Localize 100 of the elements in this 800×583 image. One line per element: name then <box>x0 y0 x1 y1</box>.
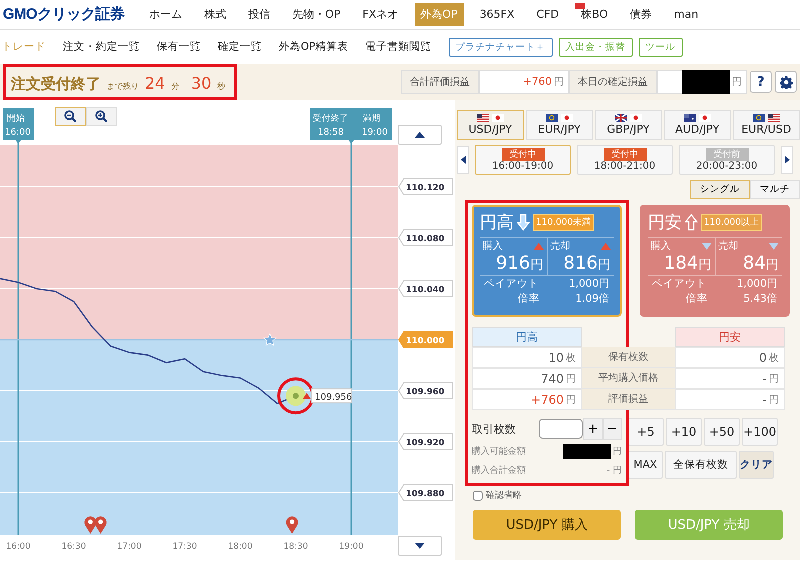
row-label: 平均購入価格 <box>582 368 675 389</box>
checkbox[interactable] <box>473 490 483 500</box>
quantity-button[interactable]: MAX <box>628 451 663 479</box>
seconds-unit: 秒 <box>218 81 226 92</box>
quick-add-button[interactable]: +5 <box>628 418 664 446</box>
price-axis-label: 110.040 <box>398 280 454 298</box>
tag-label: 満期 <box>363 114 381 124</box>
caret-up-icon <box>415 132 425 138</box>
time-axis-label: 18:00 <box>228 542 253 552</box>
nav-tab[interactable]: CFD <box>530 4 566 25</box>
zoom-in-button[interactable] <box>86 107 117 126</box>
summary-value: 円 <box>657 70 747 94</box>
column-header: 円安 <box>675 327 785 347</box>
time-axis-label: 16:30 <box>62 542 86 552</box>
nav-tab[interactable]: 債券 <box>624 3 658 26</box>
nav-tab[interactable]: ホーム <box>143 3 188 26</box>
flag-icon <box>561 114 573 122</box>
quick-add-button[interactable]: +50 <box>704 418 740 446</box>
help-button[interactable]: ? <box>750 71 772 93</box>
y-tick-label: 109.960 <box>406 387 445 398</box>
currency-tab[interactable]: AUD/JPY <box>664 110 731 140</box>
quantity-button[interactable]: 全保有枚数 <box>665 451 737 479</box>
subnav-button[interactable]: プラチナチャート＋ <box>448 38 553 56</box>
session-tab[interactable]: 受付中 16:00-19:00 <box>475 145 571 175</box>
rate-value: 5.43倍 <box>744 292 778 306</box>
seconds-value: 30 <box>191 74 212 93</box>
nav-tab[interactable]: man <box>668 4 705 25</box>
tag-label: 開始 <box>7 114 25 124</box>
clear-button[interactable]: クリア <box>739 451 774 479</box>
down-triangle-icon <box>769 242 779 250</box>
nav-tab[interactable]: FXネオ <box>356 3 405 26</box>
flag-icon <box>684 114 696 122</box>
brand-logo[interactable]: GMOクリック証券 <box>0 5 138 24</box>
current-price-marker <box>278 378 314 415</box>
checkbox-label: 確認省略 <box>486 490 522 502</box>
y-tick-label: 110.040 <box>406 286 445 296</box>
zoom-out-button[interactable] <box>55 107 86 126</box>
currency-tab[interactable]: GBP/JPY <box>595 110 662 140</box>
status-title: 注文受付終了 <box>11 75 101 94</box>
event-pin-icon[interactable] <box>286 516 298 534</box>
currency-tab[interactable]: EUR/USD <box>733 110 800 140</box>
quantity-field[interactable] <box>539 419 584 439</box>
nav-tab[interactable]: 株BO <box>575 3 614 26</box>
session-tab[interactable]: 受付前 20:00-23:00 <box>679 145 775 175</box>
star-icon <box>263 333 277 346</box>
next-button[interactable] <box>781 146 793 174</box>
event-pin-icon[interactable] <box>94 516 107 534</box>
session-tab[interactable]: 受付中 18:00-21:00 <box>577 145 673 175</box>
minutes-value: 24 <box>145 74 166 93</box>
price-axis-label: 109.880 <box>398 484 454 502</box>
total-value: - 円 <box>606 464 622 476</box>
y-tick-label: 109.920 <box>406 438 445 448</box>
subnav-link[interactable]: 注文・約定一覧 <box>63 40 140 54</box>
price-axis-label: 110.080 <box>398 230 454 247</box>
plus-button[interactable]: + <box>583 418 603 440</box>
y-tick-label: 110.000 <box>406 336 445 346</box>
mode-tab[interactable]: シングル <box>690 180 750 199</box>
price-label: 購入 <box>483 240 503 253</box>
y-tick-label: 109.880 <box>406 489 445 500</box>
event-pin-icon[interactable] <box>84 516 97 534</box>
previous-button[interactable] <box>457 146 469 174</box>
payout-value: 1,000円 <box>736 277 778 291</box>
row-label: 評価損益 <box>582 389 675 410</box>
payout-value: 1,000円 <box>568 277 610 291</box>
subnav-link[interactable]: 確定一覧 <box>218 40 262 54</box>
option-price: 84円 <box>742 253 779 274</box>
nav-tab[interactable]: 先物・OP <box>286 3 347 26</box>
up-triangle-icon <box>601 242 611 250</box>
zoom-out-icon <box>64 110 77 123</box>
tag-time: 19:00 <box>362 128 388 138</box>
currency-tab[interactable]: EUR/JPY <box>526 110 593 140</box>
flag-icon <box>768 114 780 122</box>
rate-label: 倍率 <box>518 292 540 306</box>
table-cell: 0 枚 <box>675 347 785 368</box>
buy-button[interactable]: USD/JPY 購入 <box>473 510 621 540</box>
time-axis-label: 17:30 <box>172 542 198 552</box>
price-label: 購入 <box>651 240 671 253</box>
quick-add-button[interactable]: +100 <box>742 418 778 446</box>
option-card[interactable]: 円高 110.000未満 購入 916円 売却 816円 ペイアウト 1,000円 倍率 1.09倍 <box>472 205 622 317</box>
mode-tab[interactable]: マルチ <box>750 180 800 199</box>
total-label: 購入合計金額 <box>472 464 526 476</box>
flag-icon <box>615 114 627 122</box>
nav-tab[interactable]: 投信 <box>242 3 276 26</box>
rate-label: 倍率 <box>686 292 708 306</box>
currency-tab[interactable]: USD/JPY <box>457 110 524 140</box>
subnav-link[interactable]: 電子書類閲覧 <box>366 40 432 54</box>
subnav-link[interactable]: 外為OP精算表 <box>279 40 349 54</box>
settings-button[interactable] <box>775 71 797 93</box>
quick-add-button[interactable]: +10 <box>666 418 702 446</box>
option-price: 916円 <box>495 253 544 274</box>
nav-tab[interactable]: 365FX <box>474 4 521 25</box>
caret-left-icon <box>460 156 466 164</box>
nav-tab[interactable]: 株式 <box>198 3 232 26</box>
price-axis-label: 110.120 <box>398 178 454 196</box>
scroll-up-button[interactable] <box>398 125 442 145</box>
tag-label: 受付終了 <box>313 114 349 124</box>
minus-button[interactable]: − <box>602 418 622 440</box>
payout-label: ペイアウト <box>652 277 707 291</box>
scroll-down-button[interactable] <box>398 536 442 556</box>
subnav-link[interactable]: 保有一覧 <box>157 40 201 54</box>
